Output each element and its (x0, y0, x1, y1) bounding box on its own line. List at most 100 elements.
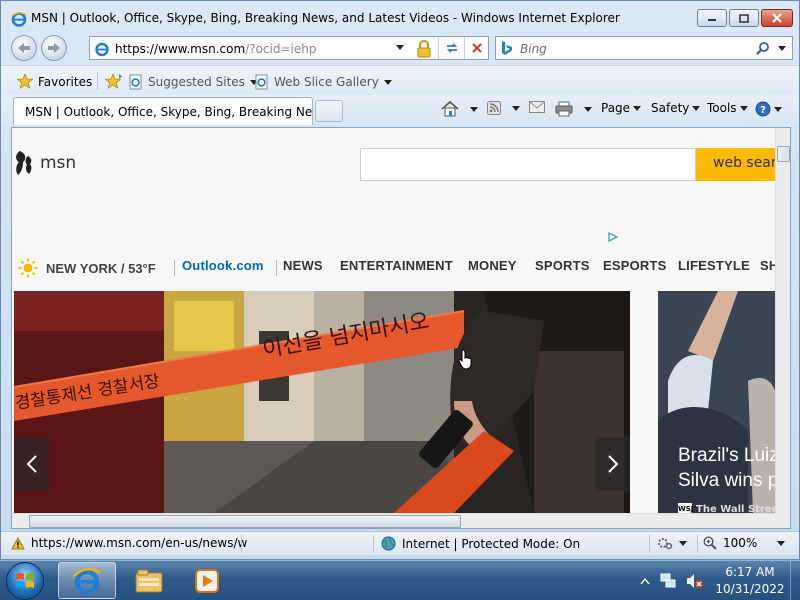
mouse-cursor-icon (458, 349, 472, 370)
top-navigation: NEW YORK / 53°F Outlook.com NEWS ENTERTA… (12, 252, 775, 282)
settings-dropdown[interactable] (657, 536, 687, 550)
nav-entertainment[interactable]: ENTERTAINMENT (340, 258, 453, 273)
taskbar-media-player[interactable] (178, 562, 236, 599)
msn-wordmark: msn (40, 153, 77, 173)
media-player-icon (195, 568, 219, 593)
source-name: The Wall Street Journal (696, 503, 775, 514)
address-url[interactable]: https://www.msn.com/?ocid=iehp (115, 42, 316, 56)
msn-butterfly-icon (16, 151, 32, 175)
show-hidden-icons-icon[interactable] (640, 577, 650, 585)
maximize-icon (739, 13, 749, 23)
page-menu[interactable]: Page (601, 101, 642, 115)
nav-lifestyle[interactable]: LIFESTYLE (678, 258, 750, 273)
search-dropdown-icon[interactable] (778, 46, 786, 51)
zoom-level: 100% (723, 536, 758, 550)
address-dropdown-icon[interactable] (396, 45, 404, 50)
horizontal-scroll-thumb[interactable] (29, 515, 461, 528)
taskbar-internet-explorer[interactable] (58, 562, 116, 599)
carousel-prev-button[interactable] (14, 437, 49, 491)
new-tab-button[interactable] (315, 100, 343, 122)
nav-outlook[interactable]: Outlook.com (182, 258, 264, 273)
web-search-button[interactable]: web search (696, 148, 775, 181)
back-button[interactable] (11, 35, 37, 61)
safety-menu[interactable]: Safety (651, 101, 701, 115)
weather-widget[interactable]: NEW YORK / 53°F (18, 258, 156, 278)
side-story-headline[interactable]: Brazil's Luiz Inácio Lula da Silva wins … (678, 443, 775, 493)
svg-text:?: ? (760, 105, 766, 116)
address-bar[interactable]: https://www.msn.com/?ocid=iehp (89, 36, 489, 60)
tab-msn[interactable]: MSN | Outlook, Office, Skype, Bing, Brea… (13, 97, 313, 125)
zone-text: Internet | Protected Mode: On (402, 536, 581, 551)
read-mail-button[interactable] (529, 101, 545, 113)
system-tray (640, 561, 704, 600)
nav-shopping[interactable]: SHOPPING (760, 258, 775, 273)
chevron-left-icon (26, 455, 37, 473)
security-zone[interactable]: Internet | Protected Mode: On (381, 536, 580, 551)
web-slice-gallery-link[interactable]: Web Slice Gallery (255, 74, 392, 90)
add-to-favorites-icon[interactable] (105, 73, 123, 89)
home-button[interactable] (441, 101, 478, 117)
divider (373, 535, 374, 553)
search-box[interactable]: Bing (495, 36, 793, 60)
system-clock[interactable]: 6:17 AM 10/31/2022 (708, 564, 792, 598)
search-icon[interactable] (756, 41, 770, 55)
horizontal-scrollbar[interactable] (12, 513, 775, 528)
maximize-button[interactable] (729, 9, 759, 27)
vertical-scroll-thumb[interactable] (777, 146, 790, 162)
forward-button[interactable] (41, 35, 67, 61)
nav-news[interactable]: NEWS (283, 258, 323, 273)
web-search-input[interactable] (360, 148, 696, 181)
warning-icon (11, 536, 25, 549)
nav-esports[interactable]: ESPORTS (603, 258, 667, 273)
side-story-card[interactable]: Brazil's Luiz Inácio Lula da Silva wins … (658, 291, 775, 513)
nav-sports[interactable]: SPORTS (535, 258, 590, 273)
minimize-icon (708, 19, 716, 21)
divider (241, 535, 242, 553)
minimize-button[interactable] (697, 9, 727, 27)
divider (174, 260, 175, 276)
scroll-corner (775, 513, 790, 528)
start-button[interactable] (6, 562, 44, 600)
url-scheme: https:// (115, 42, 159, 56)
suggested-sites-link[interactable]: Suggested Sites (129, 74, 258, 90)
zoom-control[interactable]: 100% (703, 536, 786, 550)
hero-image: 이선을 넘지마시오 경찰통제선 경찰서장 (14, 291, 630, 513)
volume-muted-icon[interactable] (686, 573, 704, 589)
chevron-down-icon (470, 106, 478, 112)
hero-carousel[interactable]: 이선을 넘지마시오 경찰통제선 경찰서장 (14, 291, 630, 513)
show-desktop-button[interactable] (790, 561, 800, 600)
compatibility-refresh-button[interactable] (438, 37, 464, 59)
taskbar-windows-explorer[interactable] (120, 562, 178, 599)
title-bar[interactable]: MSN | Outlook, Office, Skype, Bing, Brea… (1, 1, 799, 35)
close-window-button[interactable] (761, 9, 793, 27)
feeds-button[interactable] (487, 101, 520, 115)
chevron-down-icon (633, 105, 642, 111)
url-host: www.msn.com (158, 42, 246, 56)
msn-logo[interactable]: msn (14, 150, 76, 176)
help-button[interactable]: ? (755, 101, 782, 117)
help-icon: ? (755, 101, 771, 117)
network-icon[interactable] (660, 573, 676, 589)
chevron-down-icon (692, 105, 701, 111)
adchoices-icon[interactable] (608, 232, 618, 242)
weather-text: NEW YORK / 53°F (46, 260, 156, 276)
lock-icon[interactable] (416, 40, 432, 58)
home-icon (441, 101, 459, 117)
nav-money[interactable]: MONEY (468, 258, 517, 273)
wsj-logo: WSJ (678, 503, 694, 513)
safety-menu-label: Safety (651, 101, 690, 115)
vertical-scrollbar[interactable] (775, 128, 790, 513)
ie-page-icon (255, 74, 268, 90)
ie-page-icon (129, 74, 142, 90)
favorites-button[interactable]: Favorites (17, 74, 92, 89)
rss-feed-icon (487, 101, 501, 115)
print-button[interactable] (555, 101, 592, 117)
chevron-down-icon (777, 540, 786, 546)
tools-menu[interactable]: Tools (707, 101, 748, 115)
stop-button[interactable] (464, 37, 488, 59)
mail-icon (529, 101, 545, 113)
ie-window: MSN | Outlook, Office, Skype, Bing, Brea… (0, 0, 800, 560)
url-path: /?ocid=iehp (245, 42, 317, 56)
carousel-next-button[interactable] (595, 437, 630, 491)
globe-icon (381, 536, 396, 551)
